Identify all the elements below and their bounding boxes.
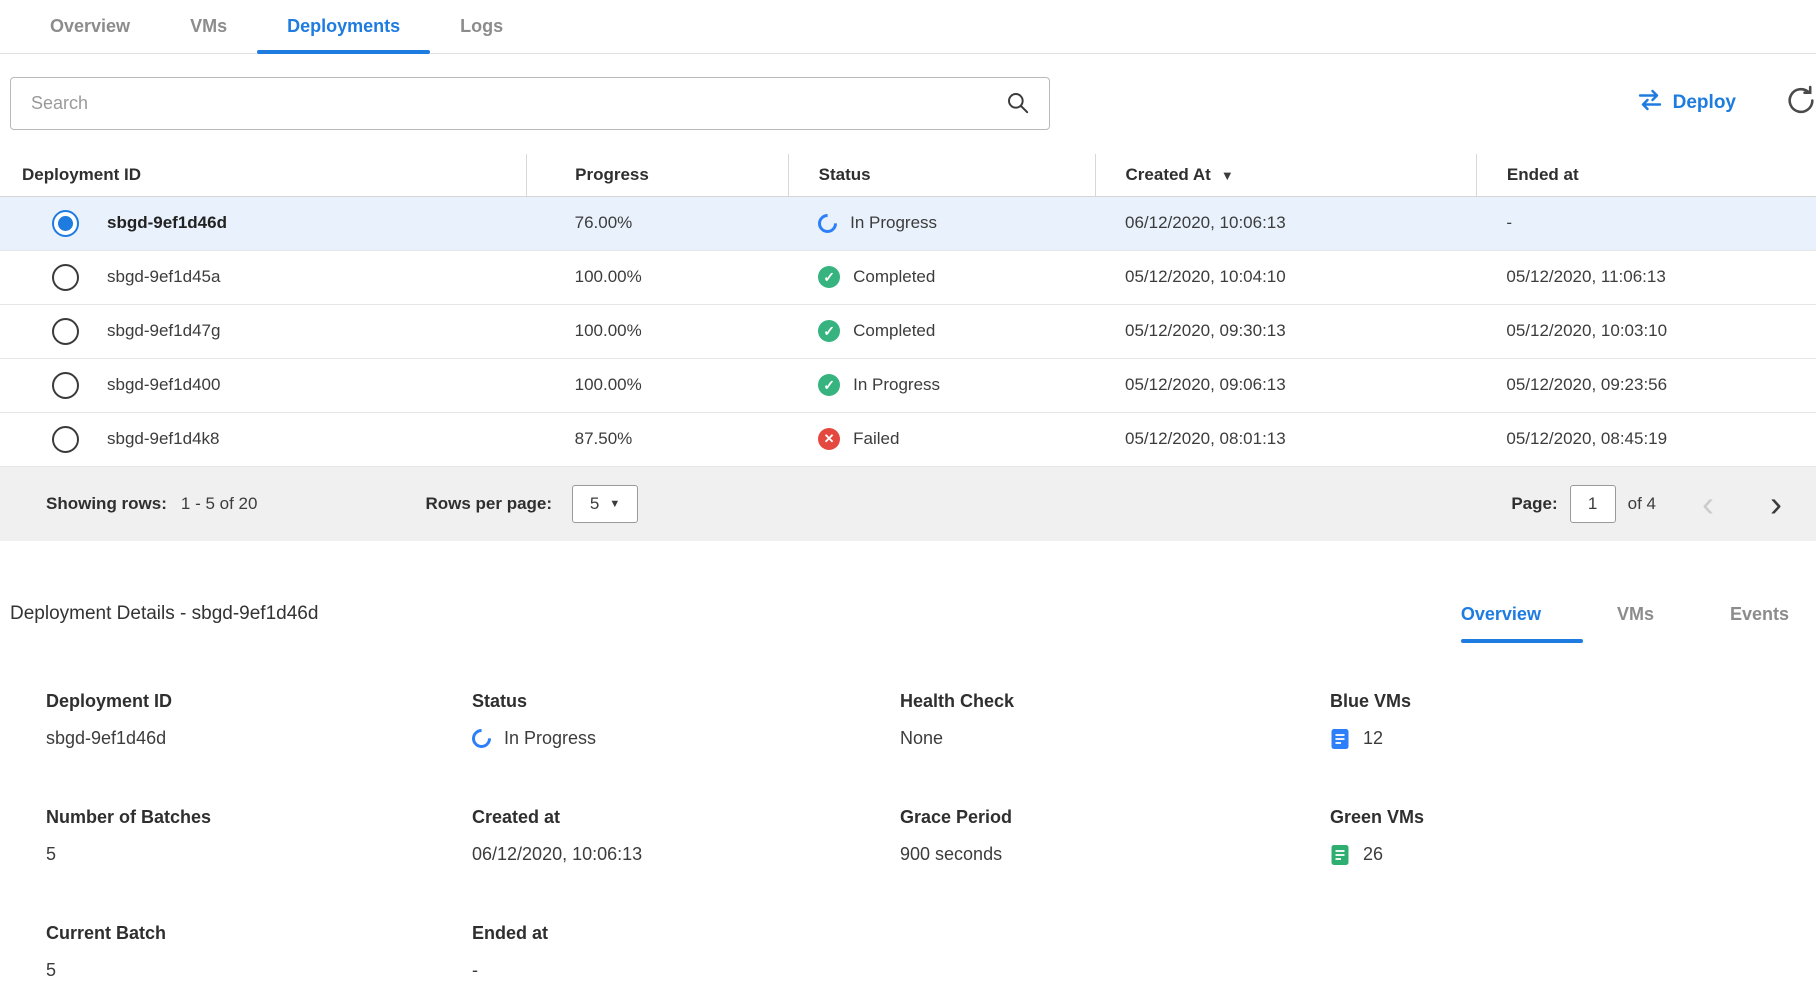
- pagination-bar: Showing rows: 1 - 5 of 20 Rows per page:…: [0, 467, 1816, 541]
- top-tab-bar: Overview VMs Deployments Logs: [0, 0, 1816, 54]
- tab-vms[interactable]: VMs: [160, 0, 257, 53]
- chevron-down-icon: ▼: [609, 498, 620, 510]
- field-number-of-batches: Number of Batches 5: [46, 807, 472, 867]
- ended-at-value: -: [1476, 196, 1816, 250]
- status-icon: [818, 320, 840, 342]
- status-icon: [814, 210, 841, 237]
- row-radio[interactable]: [52, 210, 79, 237]
- created-at-value: 05/12/2020, 09:06:13: [1095, 358, 1476, 412]
- deploy-button[interactable]: Deploy: [1633, 83, 1740, 123]
- field-ended-at: Ended at -: [472, 923, 900, 983]
- deployments-table: Deployment ID Progress Status Created At…: [0, 154, 1816, 467]
- column-header-status[interactable]: Status: [788, 154, 1095, 196]
- created-at-value: 05/12/2020, 09:30:13: [1095, 304, 1476, 358]
- tab-deployments[interactable]: Deployments: [257, 0, 430, 53]
- showing-rows-value: 1 - 5 of 20: [181, 494, 258, 514]
- table-header-row: Deployment ID Progress Status Created At…: [0, 154, 1816, 196]
- row-radio[interactable]: [52, 372, 79, 399]
- ended-at-value: 05/12/2020, 08:45:19: [1476, 412, 1816, 466]
- column-header-ended-at[interactable]: Ended at: [1476, 154, 1816, 196]
- status-icon: [818, 374, 840, 396]
- table-row[interactable]: sbgd-9ef1d400 100.00% In Progress 05/12/…: [0, 358, 1816, 412]
- table-row[interactable]: sbgd-9ef1d46d 76.00% In Progress 06/12/2…: [0, 196, 1816, 250]
- rows-per-page-label: Rows per page:: [425, 494, 552, 514]
- refresh-icon[interactable]: [1784, 84, 1816, 123]
- progress-value: 100.00%: [527, 304, 789, 358]
- status-icon: [818, 428, 840, 450]
- field-deployment-id: Deployment ID sbgd-9ef1d46d: [46, 691, 472, 751]
- status-label: Completed: [853, 321, 935, 341]
- ended-at-value: 05/12/2020, 09:23:56: [1476, 358, 1816, 412]
- field-blue-vms: Blue VMs 12: [1330, 691, 1816, 751]
- search-icon: [1005, 90, 1031, 116]
- progress-value: 100.00%: [527, 358, 789, 412]
- page-label: Page:: [1511, 494, 1557, 514]
- ended-at-value: 05/12/2020, 10:03:10: [1476, 304, 1816, 358]
- details-tab-events[interactable]: Events: [1730, 604, 1789, 643]
- created-at-value: 05/12/2020, 10:04:10: [1095, 250, 1476, 304]
- toolbar: Deploy: [10, 76, 1806, 130]
- details-status-icon: [468, 725, 495, 752]
- field-current-batch: Current Batch 5: [46, 923, 472, 983]
- progress-value: 87.50%: [527, 412, 789, 466]
- details-tab-bar: Overview VMs Events: [1461, 604, 1789, 643]
- search-box[interactable]: [10, 77, 1050, 130]
- status-label: Completed: [853, 267, 935, 287]
- table-row[interactable]: sbgd-9ef1d47g 100.00% Completed 05/12/20…: [0, 304, 1816, 358]
- page-total: of 4: [1628, 494, 1656, 514]
- details-tab-vms[interactable]: VMs: [1617, 604, 1654, 643]
- prev-page-button[interactable]: ‹: [1698, 486, 1718, 522]
- deploy-button-label: Deploy: [1673, 92, 1736, 114]
- progress-value: 76.00%: [527, 196, 789, 250]
- tab-logs[interactable]: Logs: [430, 0, 533, 53]
- progress-value: 100.00%: [527, 250, 789, 304]
- deploy-arrows-icon: [1637, 89, 1663, 117]
- page-input[interactable]: [1570, 485, 1616, 523]
- deployments-page: { "top_tabs": { "items": [ {"label": "Ov…: [0, 0, 1816, 992]
- deployment-id: sbgd-9ef1d4k8: [107, 429, 219, 449]
- tab-overview[interactable]: Overview: [20, 0, 160, 53]
- column-header-created-at[interactable]: Created At▼: [1095, 154, 1476, 196]
- column-header-deployment-id[interactable]: Deployment ID: [0, 154, 527, 196]
- details-title: Deployment Details - sbgd-9ef1d46d: [10, 603, 318, 643]
- next-page-button[interactable]: ›: [1766, 486, 1786, 522]
- deployment-id: sbgd-9ef1d46d: [107, 213, 227, 233]
- blue-vm-icon: [1330, 727, 1350, 751]
- row-radio[interactable]: [52, 264, 79, 291]
- sort-desc-icon: ▼: [1221, 168, 1234, 183]
- showing-rows-label: Showing rows:: [46, 494, 167, 514]
- rows-per-page-value: 5: [590, 494, 599, 514]
- ended-at-value: 05/12/2020, 11:06:13: [1476, 250, 1816, 304]
- details-grid: Deployment ID sbgd-9ef1d46d Status In Pr…: [0, 691, 1816, 983]
- field-green-vms: Green VMs 26: [1330, 807, 1816, 867]
- row-radio[interactable]: [52, 318, 79, 345]
- status-icon: [818, 266, 840, 288]
- field-health-check: Health Check None: [900, 691, 1330, 751]
- created-at-value: 06/12/2020, 10:06:13: [1095, 196, 1476, 250]
- created-at-value: 05/12/2020, 08:01:13: [1095, 412, 1476, 466]
- status-label: Failed: [853, 429, 899, 449]
- status-label: In Progress: [850, 213, 937, 233]
- search-input[interactable]: [29, 92, 1005, 115]
- deployment-id: sbgd-9ef1d45a: [107, 267, 220, 287]
- green-vm-icon: [1330, 843, 1350, 867]
- field-created-at: Created at 06/12/2020, 10:06:13: [472, 807, 900, 867]
- table-row[interactable]: sbgd-9ef1d45a 100.00% Completed 05/12/20…: [0, 250, 1816, 304]
- field-grace-period: Grace Period 900 seconds: [900, 807, 1330, 867]
- deployment-id: sbgd-9ef1d400: [107, 375, 220, 395]
- rows-per-page-select[interactable]: 5 ▼: [572, 485, 638, 523]
- row-radio[interactable]: [52, 426, 79, 453]
- details-tab-overview[interactable]: Overview: [1461, 604, 1541, 643]
- status-label: In Progress: [853, 375, 940, 395]
- table-row[interactable]: sbgd-9ef1d4k8 87.50% Failed 05/12/2020, …: [0, 412, 1816, 466]
- deployment-details-section: Deployment Details - sbgd-9ef1d46d Overv…: [0, 603, 1816, 983]
- column-header-progress[interactable]: Progress: [527, 154, 789, 196]
- field-status: Status In Progress: [472, 691, 900, 751]
- deployment-id: sbgd-9ef1d47g: [107, 321, 220, 341]
